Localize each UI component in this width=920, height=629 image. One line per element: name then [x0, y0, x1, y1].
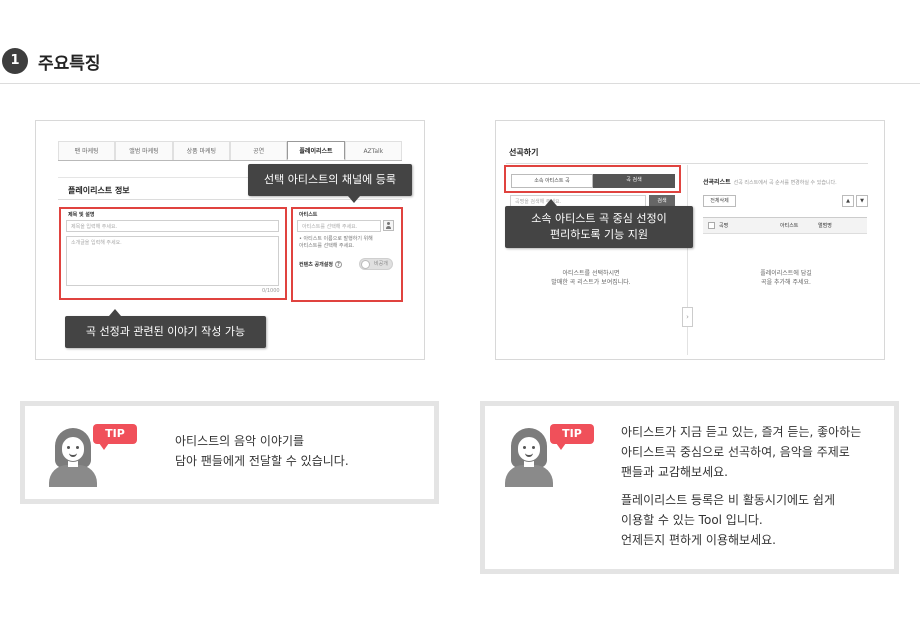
col-song: 곡명	[719, 223, 729, 229]
highlight-title-desc	[59, 207, 287, 300]
tip-left-line-1: 아티스트의 음악 이야기를	[175, 434, 305, 448]
highlight-song-tabs	[504, 165, 681, 193]
move-down-button[interactable]: ▼	[856, 195, 868, 207]
tip-right-text-2: 플레이리스트 등록은 비 활동시기에도 쉽게 이용할 수 있는 Tool 입니다…	[621, 490, 835, 550]
tip-badge: TIP	[93, 424, 137, 450]
tooltip-caret	[348, 196, 360, 203]
tooltip-channel-text: 선택 아티스트의 채널에 등록	[264, 173, 396, 186]
tip-left-line-2: 담아 팬들에게 전달할 수 있습니다.	[175, 454, 349, 468]
tip-box-left: TIP 아티스트의 음악 이야기를 담아 팬들에게 전달할 수 있습니다.	[20, 401, 439, 504]
person-icon	[505, 427, 553, 487]
tooltip-story: 곡 선정과 관련된 이야기 작성 가능	[65, 309, 266, 348]
tip-right-text-1: 아티스트가 지금 듣고 있는, 즐겨 듣는, 좋아하는 아티스트곡 중심으로 선…	[621, 422, 861, 482]
panel-title: 플레이리스트 정보	[68, 186, 130, 195]
tooltip-caret	[545, 199, 557, 206]
tip-right-line-4: 플레이리스트 등록은 비 활동시기에도 쉽게	[621, 493, 835, 507]
tooltip-caret	[109, 309, 121, 316]
tab-playlist[interactable]: 플레이리스트	[287, 141, 345, 160]
section-number-badge: 1	[2, 48, 28, 74]
select-all-checkbox[interactable]	[708, 222, 715, 229]
tab-album-marketing[interactable]: 앨범 마케팅	[115, 141, 173, 160]
tip-right-line-2: 아티스트곡 중심으로 선곡하여, 음악을 주제로	[621, 445, 850, 459]
left-empty-line-1: 아티스트를 선택하시면	[562, 270, 620, 277]
left-empty-message: 아티스트를 선택하시면 발매한 곡 리스트가 보여집니다.	[531, 269, 651, 287]
tooltip-song-select: 소속 아티스트 곡 중심 선정이 편리하도록 기능 지원	[505, 199, 693, 248]
add-arrow-button[interactable]: ›	[682, 307, 693, 327]
tooltip-channel: 선택 아티스트의 채널에 등록	[248, 164, 412, 203]
song-select-divider	[506, 163, 868, 164]
person-icon	[49, 427, 97, 487]
delete-all-button[interactable]: 전체삭제	[703, 195, 736, 207]
col-album: 앨범명	[818, 223, 832, 229]
move-up-button[interactable]: ▲	[842, 195, 854, 207]
right-empty-line-2: 곡을 추가해 주세요.	[761, 279, 811, 286]
selected-list-title: 선곡리스트 선곡 리스트에서 곡 순서를 변경하실 수 있습니다.	[703, 179, 837, 186]
tooltip-story-text: 곡 선정과 관련된 이야기 작성 가능	[85, 325, 246, 338]
song-select-title: 선곡하기	[509, 148, 539, 157]
tooltip-select-line-2: 편리하도록 기능 지원	[549, 228, 649, 241]
tip-right-line-3: 팬들과 교감해보세요.	[621, 465, 728, 479]
section-title: 주요특징	[38, 54, 101, 74]
highlight-artist	[291, 207, 403, 302]
tip-box-right: TIP 아티스트가 지금 듣고 있는, 즐겨 듣는, 좋아하는 아티스트곡 중심…	[480, 401, 899, 574]
selected-list-header: 곡명 아티스트 앨범명	[703, 217, 867, 234]
tip-right-line-5: 이용할 수 있는 Tool 입니다.	[621, 513, 763, 527]
left-empty-line-2: 발매한 곡 리스트가 보여집니다.	[551, 279, 631, 286]
tab-concert[interactable]: 공연	[229, 141, 288, 160]
tab-aztalk[interactable]: AZTalk	[344, 141, 402, 160]
right-empty-line-1: 플레이리스트에 담길	[760, 270, 812, 277]
tip-right-line-6: 언제든지 편하게 이용해보세요.	[621, 533, 776, 547]
tip-right-line-1: 아티스트가 지금 듣고 있는, 즐겨 듣는, 좋아하는	[621, 425, 862, 439]
tip-left-text: 아티스트의 음악 이야기를 담아 팬들에게 전달할 수 있습니다.	[175, 431, 349, 471]
tip-badge: TIP	[550, 424, 594, 450]
section-header: 1 주요특징	[0, 44, 920, 84]
col-artist: 아티스트	[780, 223, 799, 229]
marketing-tabs: 팬 마케팅 앨범 마케팅 상품 마케팅 공연 플레이리스트 AZTalk	[58, 141, 402, 161]
tooltip-select-line-1: 소속 아티스트 곡 중심 선정이	[531, 212, 667, 225]
tab-goods-marketing[interactable]: 상품 마케팅	[172, 141, 230, 160]
right-empty-message: 플레이리스트에 담길 곡을 추가해 주세요.	[726, 269, 846, 287]
tab-fan-marketing[interactable]: 팬 마케팅	[58, 141, 116, 160]
